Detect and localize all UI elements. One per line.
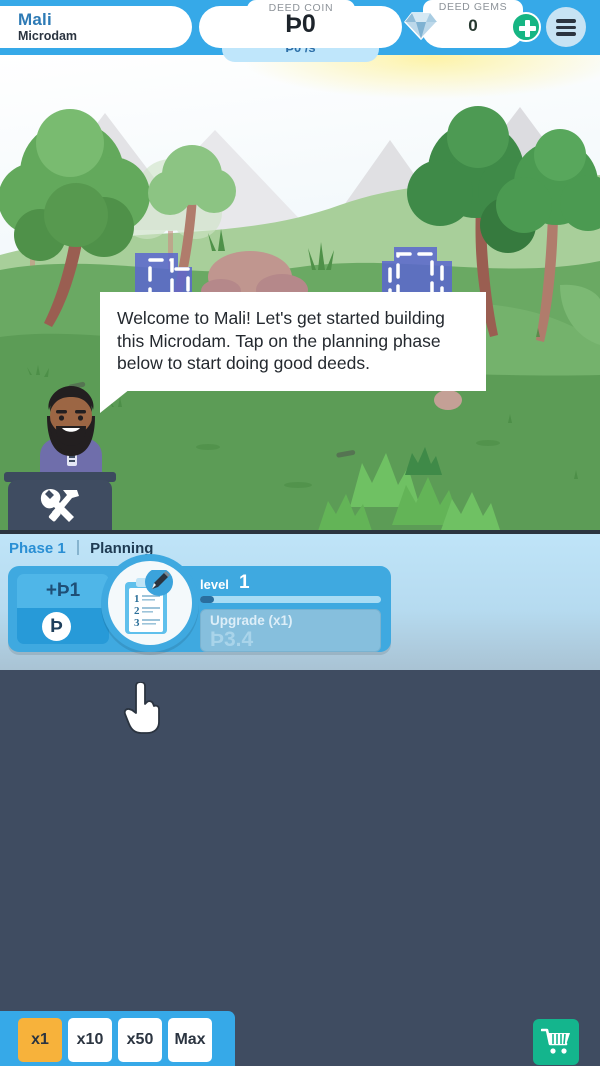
level-label: level — [200, 577, 229, 592]
multiplier-x50[interactable]: x50 — [118, 1018, 162, 1062]
deed-gems-widget: DEED GEMS 0 — [404, 0, 541, 50]
shopping-cart-icon — [541, 1028, 570, 1054]
phase-number: Phase 1 — [9, 540, 66, 557]
multiplier-x10[interactable]: x10 — [68, 1018, 112, 1062]
multiplier-x1[interactable]: x1 — [18, 1018, 62, 1062]
level-value: 1 — [239, 572, 250, 593]
deed-coin-amount: Þ0 — [285, 10, 316, 38]
multiplier-group: x1 x10 x50 Max — [0, 1011, 235, 1066]
phase-panel: Phase 1 Planning +Þ1 Þ 1 2 3 level 1 Upg… — [0, 530, 600, 670]
deed-coin-widget: Þ0 /s DEED COIN Þ0 — [199, 0, 402, 66]
planning-phase-card[interactable]: +Þ1 Þ 1 2 3 level 1 Upgrade (x1) Þ3.4 — [8, 554, 391, 652]
tap-gain-label: +Þ1 — [45, 580, 81, 601]
shop-button[interactable] — [533, 1019, 579, 1065]
phase-separator — [76, 540, 79, 555]
top-status-bar: Mali Microdam Þ0 /s DEED COIN Þ0 DEED GE… — [0, 0, 600, 62]
upgrade-button[interactable]: Upgrade (x1) Þ3.4 — [200, 609, 381, 652]
pointing-hand-cursor — [123, 681, 165, 734]
tutorial-text: Welcome to Mali! Let's get started build… — [117, 308, 445, 373]
level-progress-bar — [200, 596, 381, 603]
multiplier-max[interactable]: Max — [168, 1018, 212, 1062]
upgrade-price: Þ3.4 — [210, 628, 254, 651]
tools-button[interactable] — [8, 480, 112, 530]
hammer-wrench-icon — [40, 489, 79, 522]
menu-line — [556, 19, 576, 23]
level-progress-fill — [200, 596, 215, 603]
menu-line — [556, 25, 576, 29]
menu-line — [556, 32, 576, 36]
game-scene: Welcome to Mali! Let's get started build… — [0, 55, 600, 530]
svg-text:3: 3 — [134, 617, 140, 629]
phase-header: Phase 1 Planning — [9, 539, 153, 559]
phase-icon-button[interactable]: 1 2 3 — [101, 554, 199, 652]
location-name: Mali — [18, 10, 52, 29]
level-row: level 1 — [198, 572, 383, 593]
location-pill[interactable]: Mali Microdam — [0, 6, 192, 48]
add-gems-button[interactable] — [511, 12, 541, 42]
hamburger-menu-button[interactable] — [546, 7, 586, 47]
svg-text:1: 1 — [134, 593, 140, 605]
bottom-toolbar: x1 x10 x50 Max — [0, 1005, 600, 1066]
clipboard-pencil-icon: 1 2 3 — [108, 561, 192, 645]
tutorial-dialog[interactable]: Welcome to Mali! Let's get started build… — [100, 292, 486, 412]
svg-text:2: 2 — [134, 605, 140, 617]
phase-list-area — [0, 670, 600, 1005]
coin-symbol-badge: Þ — [42, 612, 71, 641]
phase-progress-area: level 1 Upgrade (x1) Þ3.4 — [198, 572, 383, 652]
upgrade-label: Upgrade (x1) — [210, 613, 293, 628]
game-screen: Welcome to Mali! Let's get started build… — [0, 0, 600, 1066]
diamond-icon — [404, 11, 438, 41]
location-project: Microdam — [18, 29, 78, 43]
